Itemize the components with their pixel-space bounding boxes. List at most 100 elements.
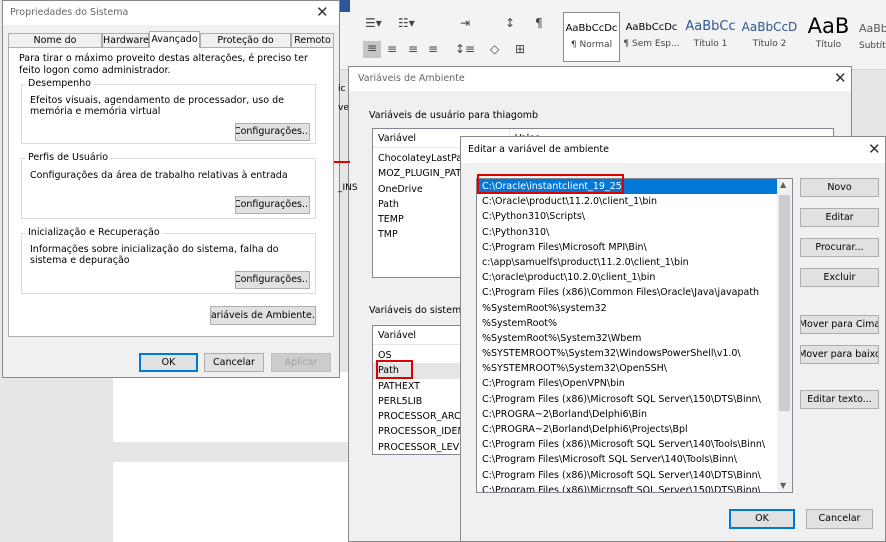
bullets-icon[interactable]: ☰▾ [365,16,382,30]
close-icon[interactable]: ✕ [316,5,329,20]
tab-panel: Para tirar o máximo proveito destas alte… [8,47,334,337]
window-title: Editar a variável de ambiente [468,144,609,155]
list-item[interactable]: %SYSTEMROOT%\System32\WindowsPowerShell\… [477,346,778,361]
list-item[interactable]: C:\Python310\Scripts\ [477,209,778,224]
style-name: ¶ Normal [570,40,613,50]
numbering-icon[interactable]: ☷▾ [398,16,415,30]
list-item[interactable]: C:\Program Files (x86)\Common Files\Orac… [477,285,778,300]
title-bar: Propriedades do Sistema ✕ [3,1,339,25]
cancel-button[interactable]: Cancelar [204,353,264,372]
borders-icon[interactable]: ⊞ [515,42,525,56]
edit-button[interactable]: Editar [800,208,879,227]
highlight-box [477,174,624,194]
performance-settings-button[interactable]: Configurações... [235,123,310,141]
list-item[interactable]: PERL5LIB [373,394,468,409]
startup-recovery-group: Inicialização e Recuperação Informações … [21,227,316,294]
ok-button[interactable]: OK [139,353,198,372]
style-heading1[interactable]: AaBbCc Título 1 [682,12,739,62]
style-name: Título 2 [752,39,787,49]
align-center-icon[interactable]: ≡ [387,42,397,56]
apply-button[interactable]: Aplicar [271,353,331,372]
path-list[interactable]: C:\Oracle\instantclient_19_25 C:\Oracle\… [476,178,793,493]
style-normal[interactable]: AaBbCcDc ¶ Normal [563,12,620,62]
list-item[interactable]: PATHEXT [373,379,468,394]
close-icon[interactable]: ✕ [834,71,847,86]
align-left-icon[interactable]: ≡ [363,41,381,58]
list-item[interactable]: C:\PROGRA~2\Borland\Delphi6\Projects\Bpl [477,422,778,437]
group-text: Configurações da área de trabalho relati… [30,170,288,181]
ok-button[interactable]: OK [729,509,795,529]
window-title: Propriedades do Sistema [10,7,129,18]
group-text: Efeitos visuais, agendamento de processa… [30,95,284,117]
list-item[interactable]: C:\PROGRA~2\Borland\Delphi6\Bin [477,407,778,422]
highlight-box [376,360,413,379]
tab-avancado[interactable]: Avançado [149,31,200,48]
list-item[interactable]: c:\app\samuelfs\product\11.2.0\client_1\… [477,255,778,270]
list-item[interactable]: C:\Program Files\Microsoft SQL Server\14… [477,452,778,467]
list-item[interactable]: C:\Program Files\OpenVPN\bin [477,376,778,391]
list-item[interactable]: %SystemRoot%\System32\Wbem [477,331,778,346]
document-page[interactable] [113,372,360,442]
tab-protecao[interactable]: Proteção do Sistema [200,33,291,59]
pilcrow-icon[interactable]: ¶ [535,16,543,30]
list-item[interactable]: C:\Program Files (x86)\Microsoft SQL Ser… [477,392,778,407]
startup-settings-button[interactable]: Configurações... [235,271,310,289]
indent-icon[interactable]: ⇥ [460,16,470,30]
list-item[interactable]: C:\Oracle\product\11.2.0\client_1\bin [477,194,778,209]
close-icon[interactable]: ✕ [868,142,881,157]
list-item[interactable]: C:\Program Files (x86)\Microsoft SQL Ser… [477,468,778,483]
scroll-thumb[interactable] [779,195,790,411]
shading-icon[interactable]: ◇ [490,42,499,56]
style-title[interactable]: AaB Título [800,12,857,62]
style-preview: AaBbCcDc [565,23,618,34]
group-text: Informações sobre inicialização do siste… [30,244,279,266]
style-heading2[interactable]: AaBbCcD Título 2 [741,12,798,62]
move-down-button[interactable]: Mover para baixo [800,345,879,364]
tab-remoto[interactable]: Remoto [291,33,334,47]
align-right-icon[interactable]: ≡ [408,42,418,56]
word-document-area [110,372,360,542]
word-paragraph-tools: ☰▾ ☷▾ ⇥ ↕ ¶ ≡ ≡ ≡ ≡ ↕≡ ◇ ⊞ [360,14,560,66]
list-item[interactable]: %SYSTEMROOT%\System32\OpenSSH\ [477,361,778,376]
scroll-up-icon[interactable]: ▲ [780,180,786,189]
list-item[interactable]: PROCESSOR_ARCHITECTURE [373,409,468,424]
list-item[interactable]: C:\Python310\ [477,225,778,240]
list-item[interactable]: PROCESSOR_LEVEL [373,440,468,454]
new-button[interactable]: Novo [800,178,879,197]
style-preview: AaBbC [859,22,886,35]
style-name: Subtítulo [859,41,886,51]
style-preview: AaBbCcDc [625,22,678,33]
environment-variables-button[interactable]: Variáveis de Ambiente... [210,306,316,325]
sort-icon[interactable]: ↕ [505,16,515,30]
edit-variable-dialog: Editar a variável de ambiente ✕ C:\Oracl… [460,136,886,542]
style-subtitle[interactable]: AaBbC Subtítulo [859,12,886,62]
list-item[interactable]: %SystemRoot% [477,316,778,331]
tab-strip: Nome do Computador Hardware Avançado Pro… [8,31,334,59]
line-spacing-icon[interactable]: ↕≡ [455,42,475,56]
style-preview: AaBbCc [685,19,736,34]
delete-button[interactable]: Excluir [800,268,879,287]
list-item[interactable]: PROCESSOR_IDENTIFIER [373,424,468,439]
style-preview: AaBbCcD [741,20,798,34]
list-item[interactable]: %SystemRoot%\system32 [477,301,778,316]
list-item[interactable]: C:\Program Files (x86)\Microsoft SQL Ser… [477,437,778,452]
list-item[interactable]: C:\Program Files\Microsoft MPI\Bin\ [477,240,778,255]
document-page[interactable] [113,462,360,542]
left-fragment: ic [338,84,346,94]
style-preview: AaB [807,14,850,38]
justify-icon[interactable]: ≡ [428,42,438,56]
edit-text-button[interactable]: Editar texto... [800,390,879,409]
list-item[interactable]: C:\Program Files (x86)\Microsoft SQL Ser… [477,483,778,492]
move-up-button[interactable]: Mover para Cima [800,315,879,334]
cancel-button[interactable]: Cancelar [806,509,873,529]
window-title: Variáveis de Ambiente [358,73,465,84]
scroll-down-icon[interactable]: ▼ [780,481,786,490]
list-item[interactable]: C:\oracle\product\10.2.0\client_1\bin [477,270,778,285]
tab-hardware[interactable]: Hardware [102,33,149,47]
scrollbar[interactable]: ▲ ▼ [777,179,792,492]
group-title: Inicialização e Recuperação [26,227,162,238]
browse-button[interactable]: Procurar... [800,238,879,257]
tab-nome-computador[interactable]: Nome do Computador [8,33,102,59]
user-profiles-settings-button[interactable]: Configurações... [235,196,310,214]
style-no-spacing[interactable]: AaBbCcDc ¶ Sem Esp... [623,12,680,62]
